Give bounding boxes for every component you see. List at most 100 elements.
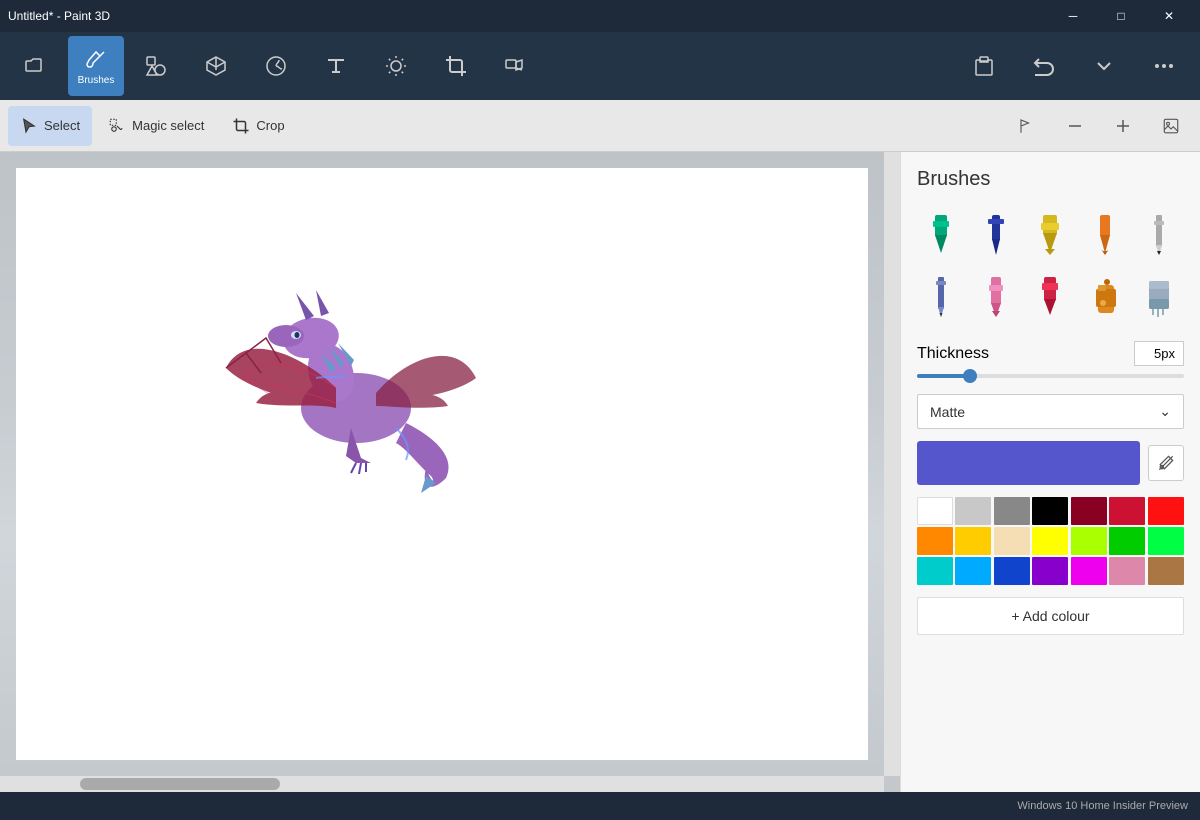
flag-icon [1018, 117, 1036, 135]
paste-icon [972, 54, 996, 78]
select-label: Select [44, 118, 80, 133]
status-text: Windows 10 Home Insider Preview [1017, 800, 1188, 812]
flag-button[interactable] [1006, 106, 1048, 146]
toolbar-more[interactable] [1136, 36, 1192, 96]
color-preview[interactable] [917, 441, 1140, 485]
eyedropper-button[interactable] [1148, 445, 1184, 481]
image-icon [1162, 117, 1180, 135]
shapes2d-icon [144, 54, 168, 78]
brush-pencil-colored[interactable] [917, 269, 965, 325]
horizontal-scrollbar[interactable] [0, 776, 884, 792]
title-bar: Untitled* - Paint 3D ─ □ ✕ [0, 0, 1200, 32]
crop-button[interactable]: Crop [220, 106, 296, 146]
image-button[interactable] [1150, 106, 1192, 146]
brush-oil[interactable] [1026, 207, 1074, 263]
maximize-button[interactable]: □ [1098, 0, 1144, 32]
color-green[interactable] [1109, 527, 1145, 555]
toolbar-effects[interactable] [368, 36, 424, 96]
app-title: Untitled* - Paint 3D [8, 9, 110, 23]
slider-row [917, 374, 1184, 378]
main-area: Brushes [0, 152, 1200, 792]
magic-select-label: Magic select [132, 118, 204, 133]
right-panel: Brushes [900, 152, 1200, 792]
color-yellow-green[interactable] [1071, 527, 1107, 555]
canvas-area[interactable] [0, 152, 900, 792]
canvas [16, 168, 868, 760]
color-white[interactable] [917, 497, 953, 525]
thickness-value[interactable]: 5px [1134, 341, 1184, 366]
minus-icon [1066, 117, 1084, 135]
slider-fill [917, 374, 970, 378]
finish-label: Matte [930, 404, 965, 420]
toolbar-3d-view[interactable] [488, 36, 544, 96]
toolbar-crop[interactable] [428, 36, 484, 96]
shapes3d-icon [204, 54, 228, 78]
color-gold[interactable] [955, 527, 991, 555]
toolbar-file[interactable] [8, 36, 64, 96]
color-medium-red[interactable] [1109, 497, 1145, 525]
brush-icon [84, 47, 108, 71]
select-icon [20, 117, 38, 135]
thickness-row: Thickness 5px [917, 341, 1184, 366]
color-orange[interactable] [917, 527, 953, 555]
panel-title: Brushes [917, 168, 1184, 191]
color-blue[interactable] [994, 557, 1030, 585]
zoom-in-button[interactable] [1102, 106, 1144, 146]
brush-spray[interactable] [1081, 269, 1129, 325]
add-color-button[interactable]: + Add colour [917, 597, 1184, 635]
brush-pencil-light[interactable] [1135, 207, 1183, 263]
sub-toolbar: Select Magic select Crop [0, 100, 1200, 152]
slider-thumb [963, 369, 977, 383]
color-black[interactable] [1032, 497, 1068, 525]
color-bright-green[interactable] [1148, 527, 1184, 555]
brush-calligraphy[interactable] [972, 207, 1020, 263]
color-purple[interactable] [1032, 557, 1068, 585]
minimize-button[interactable]: ─ [1050, 0, 1096, 32]
stickers-icon [264, 54, 288, 78]
toolbar-dropdown[interactable] [1076, 36, 1132, 96]
dragon-image [166, 228, 506, 548]
title-bar-left: Untitled* - Paint 3D [8, 9, 110, 23]
color-light-gray[interactable] [955, 497, 991, 525]
brush-eraser[interactable] [1135, 269, 1183, 325]
text-icon [324, 54, 348, 78]
magic-select-icon [108, 117, 126, 135]
brushes-label: Brushes [78, 75, 115, 86]
finish-dropdown[interactable]: Matte ⌄ [917, 394, 1184, 429]
color-pink[interactable] [1109, 557, 1145, 585]
brush-watercolor[interactable] [1081, 207, 1129, 263]
toolbar-text[interactable] [308, 36, 364, 96]
toolbar-2d-shapes[interactable] [128, 36, 184, 96]
toolbar-paste[interactable] [956, 36, 1012, 96]
brushes-grid [917, 207, 1184, 325]
color-cyan[interactable] [917, 557, 953, 585]
brush-crayon[interactable] [972, 269, 1020, 325]
crop-sub-icon [232, 117, 250, 135]
select-button[interactable]: Select [8, 106, 92, 146]
color-magenta[interactable] [1071, 557, 1107, 585]
toolbar-brushes[interactable]: Brushes [68, 36, 124, 96]
color-gray[interactable] [994, 497, 1030, 525]
toolbar-undo[interactable] [1016, 36, 1072, 96]
vertical-scrollbar[interactable] [884, 152, 900, 776]
color-brown[interactable] [1148, 557, 1184, 585]
close-button[interactable]: ✕ [1146, 0, 1192, 32]
toolbar-stickers[interactable] [248, 36, 304, 96]
crop-toolbar-icon [444, 54, 468, 78]
color-preview-row [917, 441, 1184, 485]
color-palette [917, 497, 1184, 585]
brush-marker[interactable] [917, 207, 965, 263]
color-wheat[interactable] [994, 527, 1030, 555]
magic-select-button[interactable]: Magic select [96, 106, 216, 146]
plus-icon [1114, 117, 1132, 135]
zoom-out-button[interactable] [1054, 106, 1096, 146]
brush-marker-red[interactable] [1026, 269, 1074, 325]
color-dark-red[interactable] [1071, 497, 1107, 525]
color-sky-blue[interactable] [955, 557, 991, 585]
toolbar-3d-objects[interactable] [188, 36, 244, 96]
color-red[interactable] [1148, 497, 1184, 525]
color-yellow[interactable] [1032, 527, 1068, 555]
thickness-slider[interactable] [917, 374, 1184, 378]
thickness-label: Thickness [917, 345, 989, 363]
chevron-down-icon: ⌄ [1159, 403, 1171, 420]
